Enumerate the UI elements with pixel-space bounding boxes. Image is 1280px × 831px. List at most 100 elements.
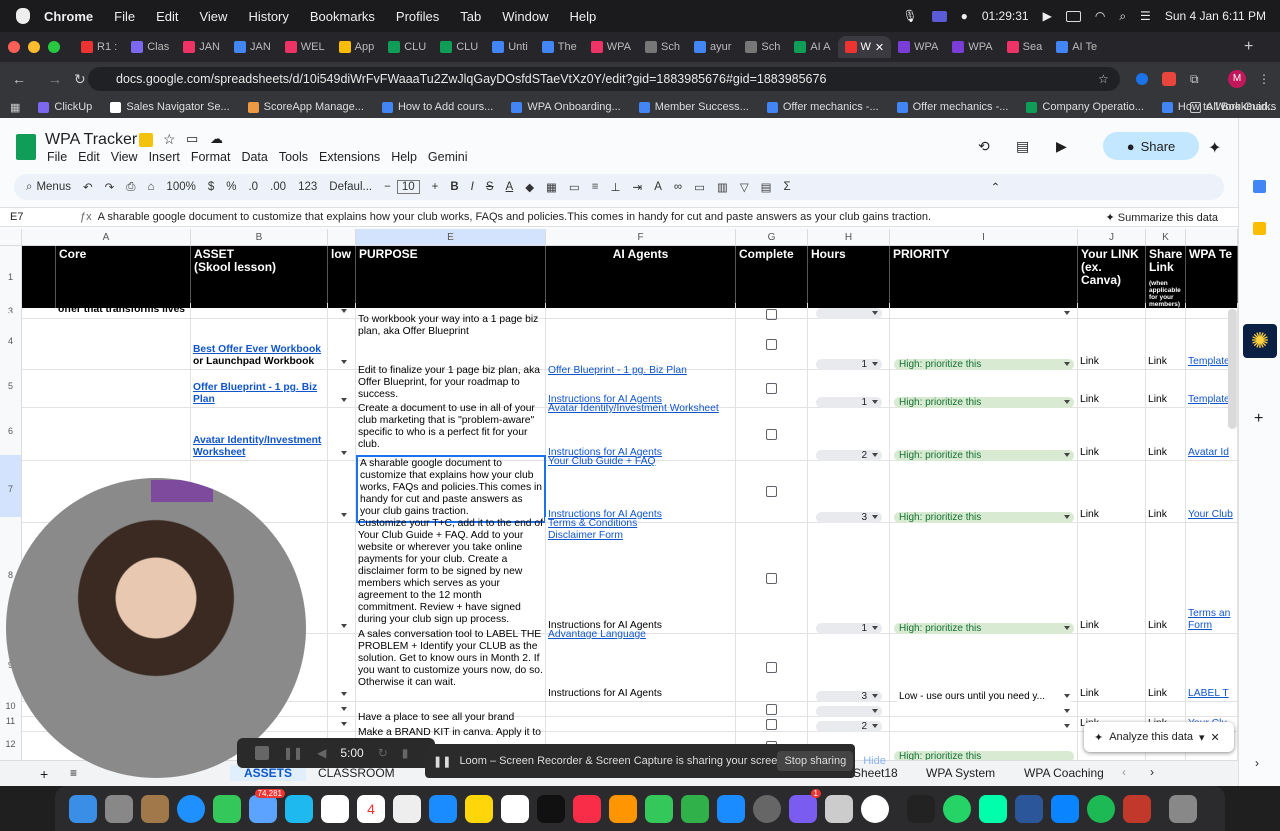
merge-icon[interactable]: ▭: [569, 180, 580, 194]
browser-tab[interactable]: AI Te: [1049, 36, 1104, 58]
align-icon[interactable]: ≡: [592, 181, 599, 193]
bluetooth-icon[interactable]: [1051, 794, 1079, 823]
cell-ai-agents[interactable]: Your Club Guide + FAQ Instructions for AI…: [546, 455, 736, 523]
whatsapp-icon[interactable]: [943, 794, 971, 823]
menu-edit[interactable]: Edit: [156, 9, 178, 24]
cell-core[interactable]: [22, 402, 191, 461]
new-tab-icon[interactable]: +: [1244, 38, 1253, 56]
zoom-select[interactable]: 100%: [166, 181, 195, 193]
gemini-icon[interactable]: ✦: [1208, 138, 1221, 158]
sheets-menu-view[interactable]: View: [111, 150, 138, 164]
bookmark-item[interactable]: ClickUp: [38, 101, 92, 113]
chevron-down-icon[interactable]: ▾: [1199, 731, 1205, 744]
minimize-window-icon[interactable]: [28, 41, 40, 53]
borders-icon[interactable]: ▦: [546, 180, 557, 194]
move-folder-icon[interactable]: ▭: [186, 131, 198, 147]
cell-purpose[interactable]: Customize your T+C, add it to the end of…: [356, 517, 546, 634]
cell-share-link[interactable]: Link: [1146, 313, 1186, 370]
pause-icon[interactable]: ❚❚: [283, 746, 303, 760]
cell-ai-agents[interactable]: Terms & Conditions Disclaimer Form Instruc…: [546, 517, 736, 634]
battery-icon[interactable]: [1065, 10, 1081, 22]
cell-core[interactable]: [22, 313, 191, 370]
reload-icon[interactable]: ↻: [74, 71, 86, 88]
scroll-tabs-right-icon[interactable]: ›: [1150, 765, 1154, 779]
stop-sharing-button[interactable]: Stop sharing: [777, 751, 854, 771]
sheets-menu-insert[interactable]: Insert: [149, 150, 180, 164]
cell-share-link[interactable]: Link: [1146, 517, 1186, 634]
sheets-menu-file[interactable]: File: [47, 150, 67, 164]
column-header[interactable]: H: [808, 229, 890, 246]
font-size-input[interactable]: 10: [396, 180, 420, 194]
plugin-icon[interactable]: ✺: [1243, 324, 1277, 358]
scroll-tabs-left-icon[interactable]: ‹: [1122, 765, 1126, 779]
italic-icon[interactable]: I: [471, 181, 474, 193]
chrome-icon[interactable]: [861, 794, 889, 823]
word-icon[interactable]: [1015, 794, 1043, 823]
tv-icon[interactable]: [537, 794, 565, 823]
spotify-icon[interactable]: [1087, 794, 1115, 823]
cell-ai-agents[interactable]: [546, 313, 736, 370]
menu-tab[interactable]: Tab: [460, 9, 481, 24]
browser-tab[interactable]: CLU: [433, 36, 485, 58]
add-addon-icon[interactable]: +: [1254, 410, 1263, 428]
decrease-font-icon[interactable]: −: [384, 181, 391, 193]
print-icon[interactable]: ⎙: [126, 181, 135, 194]
close-tab-icon[interactable]: ✕: [875, 41, 884, 54]
bookmark-item[interactable]: Offer mechanics -...: [896, 101, 1008, 113]
comments-icon[interactable]: ▤: [1016, 138, 1029, 155]
menu-history[interactable]: History: [248, 9, 288, 24]
menu-app-name[interactable]: Chrome: [44, 9, 93, 24]
browser-tab[interactable]: R1 :: [74, 36, 124, 58]
restart-icon[interactable]: ↻: [378, 746, 388, 760]
menu-view[interactable]: View: [199, 9, 227, 24]
bookmark-item[interactable]: Offer mechanics -...: [766, 101, 879, 113]
row-header[interactable]: 7: [0, 455, 22, 523]
column-header[interactable]: K: [1146, 229, 1186, 246]
paint-format-icon[interactable]: ⌂: [147, 181, 154, 193]
chrome-menu-icon[interactable]: ⋮: [1258, 72, 1270, 86]
browser-tab[interactable]: W ✕: [837, 36, 892, 58]
app-store-icon[interactable]: [717, 794, 745, 823]
mail-icon[interactable]: 74,281: [249, 788, 285, 823]
column-header[interactable]: B: [191, 229, 328, 246]
all-sheets-icon[interactable]: ≡: [70, 766, 77, 780]
cell-how[interactable]: [328, 628, 356, 702]
vpn-icon[interactable]: [979, 794, 1007, 823]
mic-icon[interactable]: 🎙: [902, 9, 917, 23]
keep-icon[interactable]: [1253, 222, 1266, 235]
cell-share-link[interactable]: Link: [1146, 628, 1186, 702]
complete-checkbox[interactable]: [766, 383, 777, 394]
browser-tab[interactable]: WPA: [945, 36, 999, 58]
close-icon[interactable]: ✕: [1211, 731, 1220, 744]
reminders-icon[interactable]: [393, 794, 421, 823]
close-window-icon[interactable]: [8, 41, 20, 53]
text-color-icon[interactable]: A: [506, 181, 514, 193]
percent-format-button[interactable]: %: [226, 181, 236, 193]
cell-purpose[interactable]: A sales conversation tool to LABEL THE P…: [356, 628, 546, 702]
cell-asset[interactable]: Avatar Identity/Investment Worksheet: [191, 402, 328, 461]
asset-link[interactable]: Best Offer Ever Workbook: [193, 344, 325, 356]
formula-input[interactable]: A sharable google document to customize …: [98, 211, 1106, 223]
cell-share-link[interactable]: Link: [1146, 455, 1186, 523]
cell-asset[interactable]: Best Offer Ever Workbook or Launchpad Wor…: [191, 313, 328, 370]
extension-badge-icon[interactable]: [1162, 72, 1176, 86]
webcam-bubble[interactable]: [6, 478, 306, 778]
cell-priority[interactable]: [890, 517, 1078, 634]
font-select[interactable]: Defaul...: [329, 181, 372, 193]
script-editor-icon[interactable]: [825, 794, 853, 823]
ai-asset-link[interactable]: Terms & Conditions: [548, 518, 733, 530]
summarize-data-button[interactable]: ✦ Summarize this data: [1105, 211, 1218, 224]
cell-wpa-template[interactable]: Terms an Form: [1186, 517, 1238, 634]
cell-your-link[interactable]: Link: [1078, 402, 1146, 461]
share-button[interactable]: ● Share: [1103, 132, 1199, 160]
browser-tab[interactable]: WEL: [278, 36, 332, 58]
name-box[interactable]: E7: [0, 211, 80, 223]
sheet-tab-classroom[interactable]: CLASSROOM: [318, 766, 395, 780]
bookmark-item[interactable]: ScoreApp Manage...: [247, 101, 364, 113]
column-header[interactable]: J: [1078, 229, 1146, 246]
cell-your-link[interactable]: Link: [1078, 517, 1146, 634]
complete-checkbox[interactable]: [766, 662, 777, 673]
loom-recording-icon[interactable]: ●: [961, 9, 968, 23]
meet-icon[interactable]: ▶: [1056, 138, 1067, 155]
cell-your-link[interactable]: Link: [1078, 628, 1146, 702]
